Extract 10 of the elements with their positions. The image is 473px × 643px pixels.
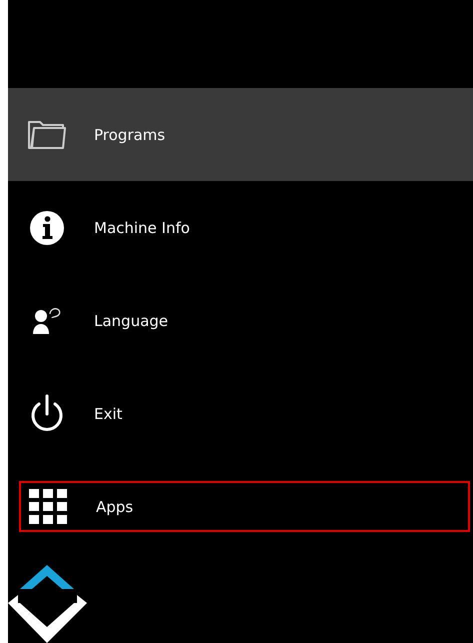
menu-item[interactable]: Machine Info xyxy=(8,181,473,274)
menu-item[interactable]: Programs xyxy=(8,88,473,181)
power-icon xyxy=(29,394,65,434)
grid-icon xyxy=(29,488,69,524)
menu-item[interactable]: Language xyxy=(8,274,473,367)
folder-icon xyxy=(27,118,67,150)
menu-item[interactable]: Apps xyxy=(19,481,470,532)
menu-item[interactable]: Exit xyxy=(8,367,473,460)
person-speech-icon xyxy=(31,306,63,336)
info-icon xyxy=(29,210,65,246)
